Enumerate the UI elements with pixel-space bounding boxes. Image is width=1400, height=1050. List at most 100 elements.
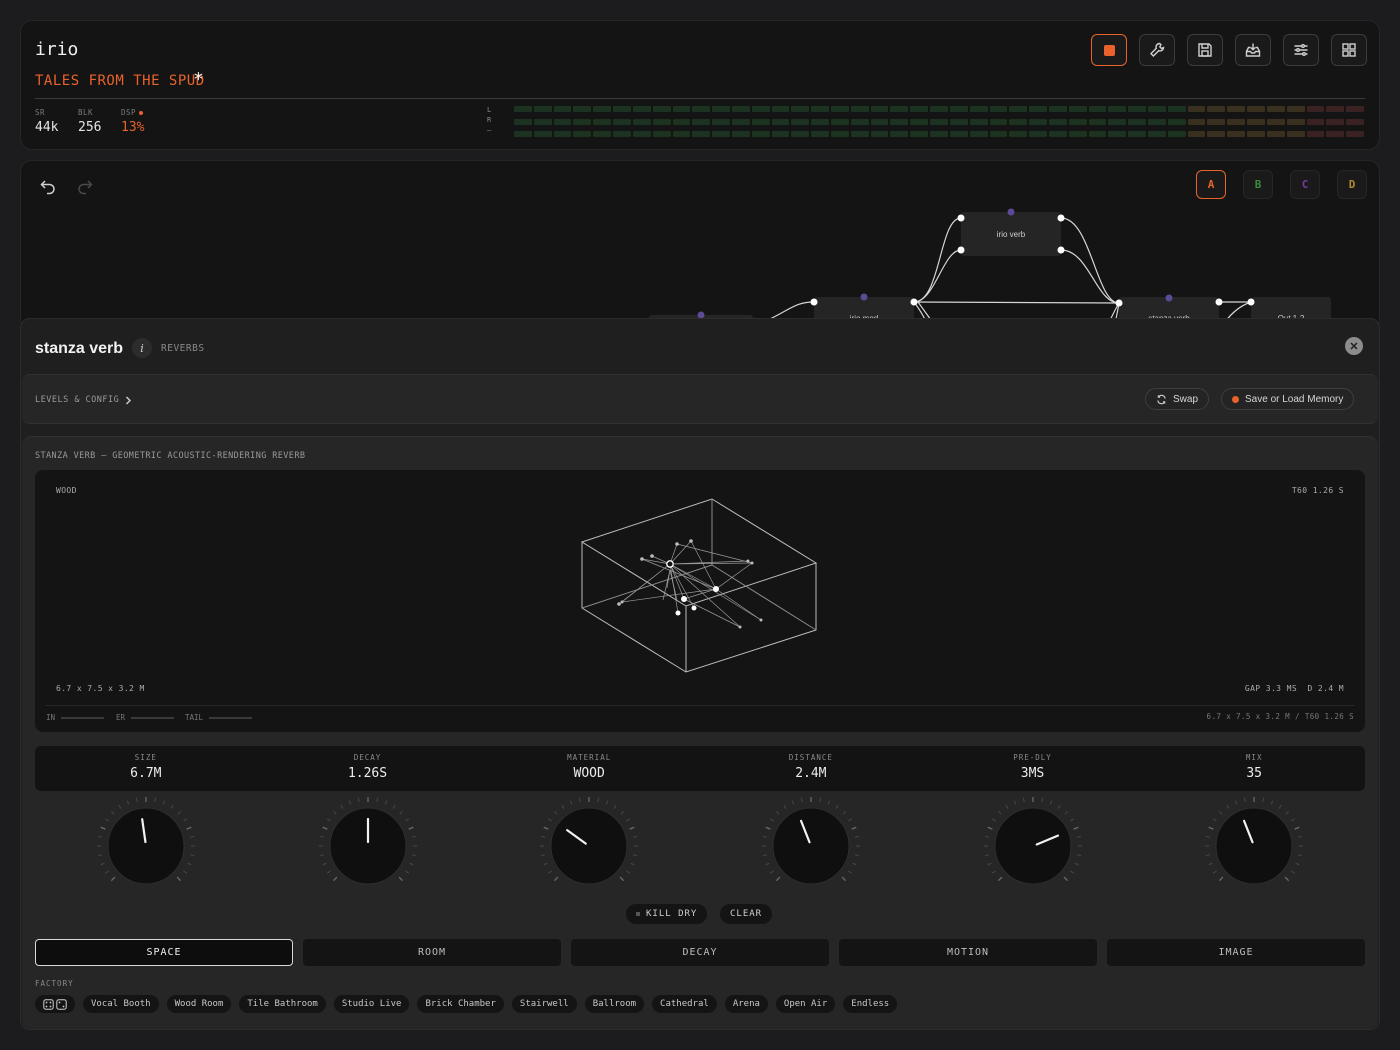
clear-button[interactable]: CLEAR <box>720 904 773 924</box>
knob-body[interactable] <box>107 807 185 885</box>
preset-chip[interactable]: Studio Live <box>333 995 410 1013</box>
preset-chip[interactable]: Vocal Booth <box>83 995 159 1013</box>
slot-a-button[interactable]: A <box>1196 170 1226 199</box>
meter-segment <box>652 106 671 112</box>
knob-decay[interactable] <box>313 791 423 901</box>
knob-body[interactable] <box>550 807 628 885</box>
knob-dial[interactable] <box>534 791 644 901</box>
redo-button[interactable] <box>76 177 94 195</box>
tab-decay[interactable]: DECAY <box>571 939 829 966</box>
knob-tick <box>170 804 174 809</box>
close-button[interactable]: ✕ <box>1345 337 1363 355</box>
preset-chip[interactable]: Wood Room <box>166 995 232 1013</box>
knob-dial[interactable] <box>978 791 1088 901</box>
knob-tick <box>633 854 638 857</box>
tab-motion[interactable]: MOTION <box>839 939 1097 966</box>
levels-config-link[interactable]: LEVELS & CONFIG <box>35 395 132 405</box>
knob-tick <box>1285 810 1290 815</box>
meter-segment <box>989 118 1008 125</box>
knob-tick <box>543 862 548 866</box>
knob-pre-dly[interactable] <box>978 791 1088 901</box>
cable <box>913 301 1120 304</box>
knob-tick <box>842 810 846 815</box>
tab-image[interactable]: IMAGE <box>1107 939 1365 966</box>
preset-chip[interactable]: Brick Chamber <box>417 995 504 1013</box>
knob-material[interactable] <box>534 791 644 901</box>
info-button[interactable]: i <box>132 338 152 358</box>
port[interactable] <box>1057 246 1065 254</box>
mixer-button[interactable] <box>1283 34 1319 66</box>
undo-button[interactable] <box>39 177 57 195</box>
knob-dial[interactable] <box>756 791 866 901</box>
kill-dry-toggle[interactable]: KILL DRY <box>626 904 708 924</box>
port[interactable] <box>1215 298 1223 306</box>
preset-chip[interactable]: Endless <box>843 995 898 1013</box>
slot-d-button[interactable]: D <box>1337 170 1367 199</box>
knob-tick <box>375 797 378 802</box>
meter-segment <box>930 131 948 137</box>
meter-segment <box>1068 118 1087 125</box>
knob-tick <box>984 854 989 857</box>
patch-graph-canvas[interactable]: irio verb irio mod stanza verb Out 1-2 <box>21 161 1380 330</box>
port[interactable] <box>810 298 818 306</box>
mod-port[interactable] <box>1007 208 1015 216</box>
song-title[interactable]: TALES FROM THE SPUD <box>35 73 205 89</box>
preset-chip[interactable]: Open Air <box>775 995 836 1013</box>
meter-segment <box>930 118 948 125</box>
randomize-button[interactable] <box>35 995 75 1013</box>
meter-segment <box>1326 118 1345 125</box>
meter-segment <box>514 106 532 112</box>
mod-port[interactable] <box>1165 294 1173 302</box>
knob-tick <box>1069 870 1074 874</box>
knob-body[interactable] <box>1215 807 1293 885</box>
memory-button[interactable]: Save or Load Memory <box>1221 388 1355 410</box>
port[interactable] <box>1057 214 1065 222</box>
preset-chip[interactable]: Cathedral <box>652 995 717 1013</box>
readout-material: MATERIAL WOOD <box>478 746 700 791</box>
preset-chip[interactable]: Ballroom <box>584 995 645 1013</box>
knob-dial[interactable] <box>1199 791 1309 901</box>
load-button[interactable] <box>1235 34 1271 66</box>
knob-dial[interactable] <box>313 791 423 901</box>
meter-segment <box>1088 106 1107 112</box>
tab-room[interactable]: ROOM <box>303 939 561 966</box>
tools-button[interactable] <box>1139 34 1175 66</box>
config-bar: LEVELS & CONFIG Swap Save or Load Memory <box>22 374 1378 424</box>
meter-segment <box>1346 118 1364 125</box>
room-visualizer[interactable]: WOOD T60 1.26 S 6.7 x 7.5 x 3.2 M GAP 3.… <box>35 470 1365 732</box>
slot-b-button[interactable]: B <box>1243 170 1273 199</box>
port[interactable] <box>1247 298 1255 306</box>
preset-chip[interactable]: Stairwell <box>511 995 577 1013</box>
knob-dial[interactable] <box>91 791 201 901</box>
clear-label: CLEAR <box>730 909 763 919</box>
port[interactable] <box>957 214 965 222</box>
knob-body[interactable] <box>772 807 850 885</box>
knob-mix[interactable] <box>1199 791 1309 901</box>
port[interactable] <box>910 298 918 306</box>
tab-space[interactable]: SPACE <box>35 939 293 966</box>
stop-button[interactable] <box>1091 34 1127 66</box>
patch-graph[interactable]: irio verb irio mod stanza verb Out 1-2 <box>20 160 1380 330</box>
knob-distance[interactable] <box>756 791 866 901</box>
knob-body[interactable] <box>994 807 1071 885</box>
room-box <box>580 498 818 673</box>
refresh-icon <box>1157 394 1166 404</box>
save-button[interactable] <box>1187 34 1223 66</box>
meter-segment <box>1286 106 1305 112</box>
port[interactable] <box>957 246 965 254</box>
port[interactable] <box>1115 299 1123 307</box>
meter-segment <box>1187 118 1206 125</box>
knob-tick <box>987 862 992 866</box>
knob-tick <box>1206 854 1211 857</box>
layout-button[interactable] <box>1331 34 1367 66</box>
swap-button[interactable]: Swap <box>1145 388 1210 410</box>
preset-chip[interactable]: Tile Bathroom <box>239 995 326 1013</box>
memory-slots: A B C D <box>1196 170 1367 199</box>
knob-tick <box>332 810 337 815</box>
meter-segment <box>1266 106 1285 112</box>
knob-tick <box>97 835 102 838</box>
mod-port[interactable] <box>860 293 868 301</box>
preset-chip[interactable]: Arena <box>724 995 768 1013</box>
slot-c-button[interactable]: C <box>1290 170 1320 199</box>
knob-size[interactable] <box>91 791 201 901</box>
